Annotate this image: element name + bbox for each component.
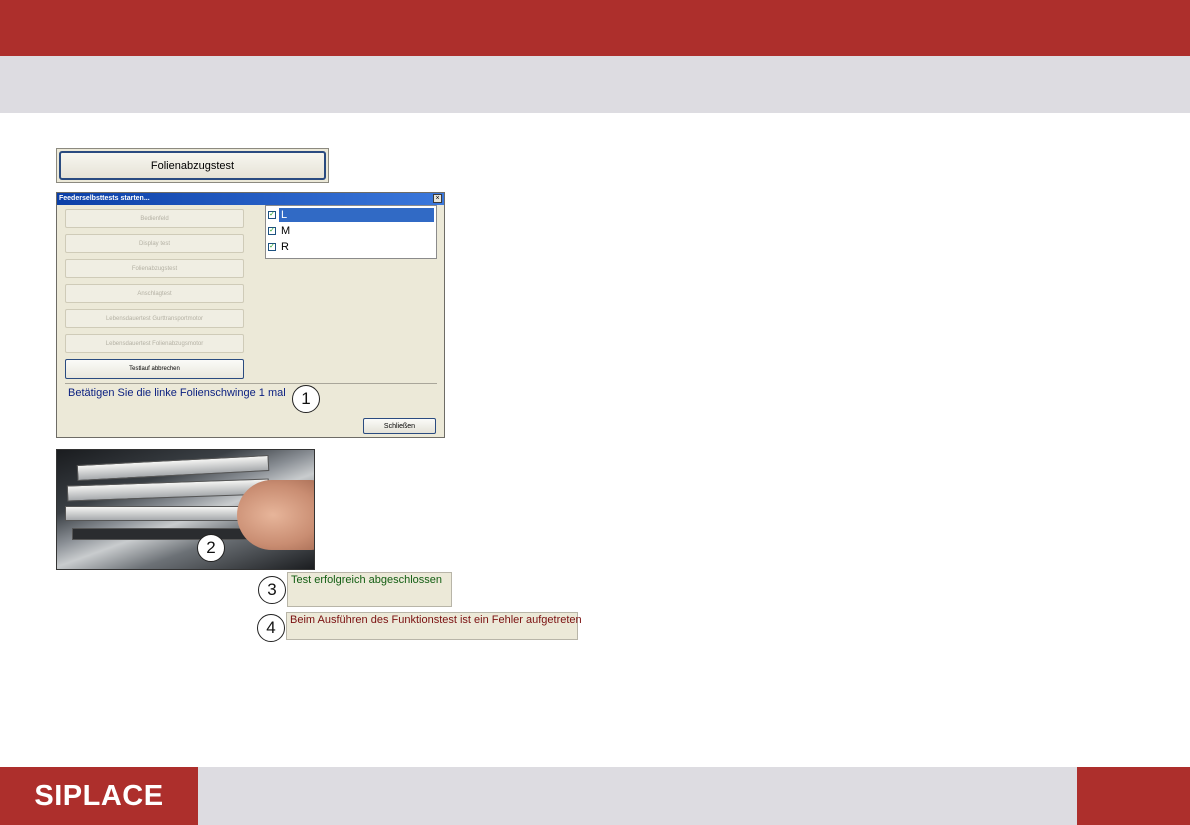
feeder-photo bbox=[56, 449, 315, 570]
lebensdauertest-folienabzugsmotor-button[interactable]: Lebensdauertest Folienabzugsmotor bbox=[65, 334, 244, 353]
checkbox-checked-icon[interactable]: ✓ bbox=[268, 243, 276, 251]
callout-2: 2 bbox=[197, 534, 225, 562]
siplace-logo: SIPLACE bbox=[0, 767, 198, 825]
success-message: Test erfolgreich abgeschlossen bbox=[287, 572, 452, 607]
feeder-selftest-dialog: Feederselbsttests starten... × Bedienfel… bbox=[56, 192, 445, 438]
photo-rail bbox=[66, 478, 270, 502]
subheader-bar bbox=[0, 56, 1190, 113]
bedienfeld-button[interactable]: Bedienfeld bbox=[65, 209, 244, 228]
status-area: Betätigen Sie die linke Folienschwinge 1… bbox=[65, 386, 437, 414]
feeder-side-list: ✓ L ✓ M ✓ R bbox=[265, 205, 437, 259]
display-test-button[interactable]: Display test bbox=[65, 234, 244, 253]
close-icon[interactable]: × bbox=[433, 194, 442, 203]
callout-3: 3 bbox=[258, 576, 286, 604]
footer-band bbox=[198, 767, 1077, 825]
footer-accent bbox=[1077, 767, 1190, 825]
list-item-m[interactable]: ✓ M bbox=[268, 224, 434, 238]
list-item-label: L bbox=[279, 208, 434, 222]
dialog-titlebar[interactable]: Feederselbsttests starten... × bbox=[57, 193, 444, 205]
checkbox-checked-icon[interactable]: ✓ bbox=[268, 227, 276, 235]
status-message: Betätigen Sie die linke Folienschwinge 1… bbox=[68, 387, 286, 399]
finger-image bbox=[237, 480, 314, 550]
callout-1: 1 bbox=[292, 385, 320, 413]
main-button-frame: Folienabzugstest bbox=[56, 148, 329, 183]
list-item-r[interactable]: ✓ R bbox=[268, 240, 434, 254]
callout-4: 4 bbox=[257, 614, 285, 642]
testlauf-abbrechen-button[interactable]: Testlauf abbrechen bbox=[65, 359, 244, 379]
list-item-label: R bbox=[281, 241, 289, 253]
folienabzugstest-dialog-button[interactable]: Folienabzugstest bbox=[65, 259, 244, 278]
error-message: Beim Ausführen des Funktionstest ist ein… bbox=[286, 612, 582, 640]
list-item-label: M bbox=[281, 225, 291, 237]
schliessen-button[interactable]: Schließen bbox=[363, 418, 436, 434]
list-item-l[interactable]: ✓ L bbox=[268, 208, 434, 222]
photo-rail bbox=[72, 528, 264, 540]
anschlagtest-button[interactable]: Anschlagtest bbox=[65, 284, 244, 303]
header-bar bbox=[0, 0, 1190, 56]
photo-rail bbox=[76, 454, 270, 482]
dialog-title: Feederselbsttests starten... bbox=[59, 195, 150, 202]
status-divider bbox=[65, 383, 437, 384]
lebensdauertest-gurttransportmotor-button[interactable]: Lebensdauertest Gurttransportmotor bbox=[65, 309, 244, 328]
folienabzugstest-button[interactable]: Folienabzugstest bbox=[59, 151, 326, 180]
checkbox-checked-icon[interactable]: ✓ bbox=[268, 211, 276, 219]
